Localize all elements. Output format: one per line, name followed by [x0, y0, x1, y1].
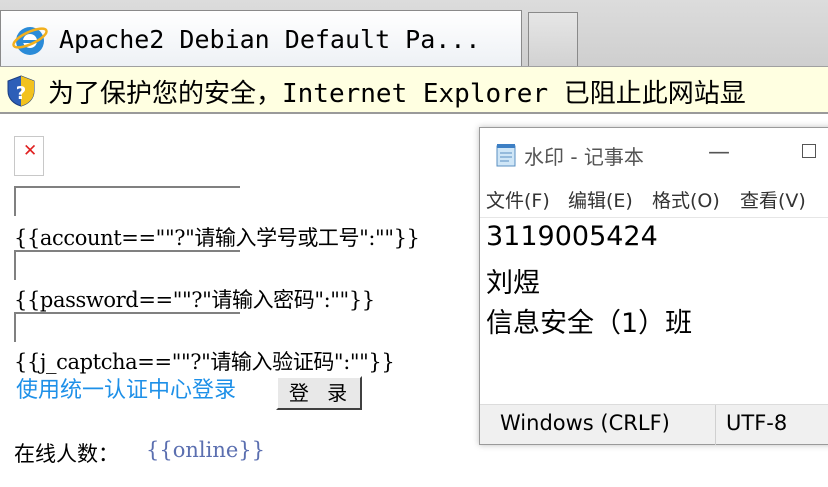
- password-hint: {{password==""?"请输入密码":""}}: [14, 288, 375, 312]
- maximize-icon[interactable]: [802, 144, 816, 158]
- browser-tab-active[interactable]: Apache2 Debian Default Pa...: [0, 10, 522, 66]
- tab-title: Apache2 Debian Default Pa...: [59, 25, 481, 54]
- menu-view[interactable]: 查看(V): [740, 186, 806, 213]
- info-bar-message: 为了保护您的安全，Internet Explorer 已阻止此网站显: [48, 79, 746, 109]
- cas-login-link[interactable]: 使用统一认证中心登录: [16, 372, 236, 404]
- menu-edit[interactable]: 编辑(E): [568, 186, 633, 213]
- broken-image-icon: ✕: [14, 136, 44, 176]
- notepad-icon: [496, 144, 516, 167]
- login-button[interactable]: 登 录: [276, 376, 362, 410]
- notepad-window[interactable]: 水印 - 记事本 — 文件(F) 编辑(E) 格式(O) 查看(V) 31190…: [479, 127, 828, 445]
- captcha-input[interactable]: [14, 312, 240, 342]
- status-separator: [715, 405, 716, 445]
- security-info-bar[interactable]: ? 为了保护您的安全，Internet Explorer 已阻止此网站显: [0, 66, 828, 114]
- svg-text:?: ?: [16, 83, 26, 104]
- status-encoding: UTF-8: [726, 411, 788, 435]
- online-count-label: 在线人数：: [14, 442, 119, 466]
- online-count-value: {{online}}: [146, 438, 265, 462]
- shield-icon: ?: [7, 75, 35, 107]
- ie-logo-icon: [12, 27, 48, 55]
- notepad-line-student-id[interactable]: 3119005424: [486, 221, 658, 252]
- notepad-menubar: 文件(F) 编辑(E) 格式(O) 查看(V): [480, 182, 828, 218]
- notepad-line-name[interactable]: 刘煜: [486, 261, 540, 300]
- menu-file[interactable]: 文件(F): [486, 186, 550, 213]
- account-hint: {{account==""?"请输入学号或工号":""}}: [14, 226, 420, 250]
- notepad-statusbar: Windows (CRLF) UTF-8: [480, 404, 828, 445]
- notepad-line-class[interactable]: 信息安全（1）班: [486, 301, 692, 340]
- screen: Apache2 Debian Default Pa... ? 为了保护您的安全，…: [0, 0, 828, 487]
- notepad-titlebar[interactable]: 水印 - 记事本 —: [480, 128, 828, 182]
- account-input[interactable]: [14, 186, 240, 216]
- menu-format[interactable]: 格式(O): [652, 186, 720, 213]
- browser-tab-strip: Apache2 Debian Default Pa...: [0, 0, 828, 66]
- password-input[interactable]: [14, 250, 240, 280]
- status-line-ending: Windows (CRLF): [500, 411, 670, 435]
- minimize-icon[interactable]: —: [708, 140, 730, 165]
- new-tab-button[interactable]: [528, 12, 578, 66]
- notepad-title: 水印 - 记事本: [524, 145, 644, 169]
